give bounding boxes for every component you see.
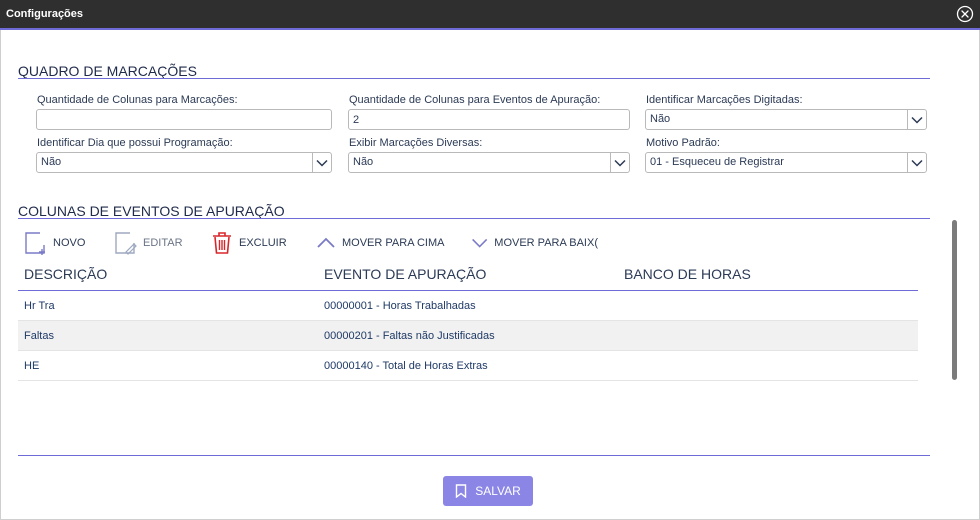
chevron-down-icon[interactable] — [910, 113, 924, 127]
label-identificar-dia-programacao: Identificar Dia que possui Programação: — [37, 137, 233, 149]
footer-divider — [18, 455, 930, 456]
excluir-label: EXCLUIR — [239, 237, 287, 249]
cell-descricao: Faltas — [24, 330, 54, 342]
motivo-padrao-select[interactable]: 01 - Esqueceu de Registrar — [645, 152, 927, 173]
label-exibir-diversas: Exibir Marcações Diversas: — [349, 137, 483, 149]
cell-descricao: Hr Tra — [24, 300, 55, 312]
section-divider — [18, 78, 930, 79]
identificar-dia-programacao-select[interactable]: Não — [36, 152, 332, 173]
bookmark-icon — [456, 484, 467, 498]
identificar-dia-programacao-value: Não — [41, 156, 62, 168]
identificar-digitadas-value: Não — [650, 113, 671, 125]
novo-label: NOVO — [53, 237, 86, 249]
chevron-down-icon[interactable] — [613, 156, 627, 170]
add-icon — [25, 232, 45, 255]
select-divider — [907, 110, 908, 129]
close-icon[interactable] — [956, 5, 974, 23]
chevron-down-icon[interactable] — [910, 156, 924, 170]
label-identificar-digitadas: Identificar Marcações Digitadas: — [646, 94, 803, 106]
label-qtd-colunas-eventos: Quantidade de Colunas para Eventos de Ap… — [349, 94, 601, 106]
mover-cima-button[interactable]: MOVER PARA CIMA — [315, 230, 444, 256]
table-row[interactable]: HE 00000140 - Total de Horas Extras — [18, 351, 918, 381]
table-row[interactable]: Faltas 00000201 - Faltas não Justificada… — [18, 321, 918, 351]
editar-label: EDITAR — [143, 237, 183, 249]
cell-evento: 00000201 - Faltas não Justificadas — [324, 330, 495, 342]
qtd-colunas-eventos-input[interactable] — [348, 109, 630, 130]
section-title-eventos: COLUNAS DE EVENTOS DE APURAÇÃO — [18, 203, 285, 219]
motivo-padrao-value: 01 - Esqueceu de Registrar — [650, 156, 784, 168]
column-header-descricao[interactable]: DESCRIÇÃO — [24, 266, 107, 282]
edit-icon — [115, 232, 137, 255]
exibir-diversas-select[interactable]: Não — [348, 152, 630, 173]
editar-button[interactable]: EDITAR — [114, 230, 183, 256]
vertical-scrollbar[interactable] — [952, 220, 957, 380]
novo-button[interactable]: NOVO — [24, 230, 85, 256]
cell-evento: 00000140 - Total de Horas Extras — [324, 360, 488, 372]
qtd-colunas-marcacoes-input[interactable] — [36, 109, 332, 130]
window-title: Configurações — [6, 8, 84, 20]
exibir-diversas-value: Não — [353, 156, 374, 168]
column-header-banco-horas[interactable]: BANCO DE HORAS — [624, 266, 751, 282]
window-titlebar: Configurações — [0, 0, 980, 30]
section-divider — [18, 218, 930, 219]
table-row[interactable]: Hr Tra 00000001 - Horas Trabalhadas — [18, 291, 918, 321]
label-motivo-padrao: Motivo Padrão: — [646, 137, 720, 149]
mover-cima-label: MOVER PARA CIMA — [342, 237, 445, 249]
identificar-digitadas-select[interactable]: Não — [645, 109, 927, 130]
arrow-up-icon — [317, 237, 335, 248]
mover-baixo-label: MOVER PARA BAIX( — [494, 237, 598, 249]
save-button[interactable]: SALVAR — [443, 476, 533, 506]
trash-icon — [213, 232, 231, 254]
select-divider — [610, 153, 611, 172]
save-label: SALVAR — [475, 484, 521, 498]
chevron-down-icon[interactable] — [315, 156, 329, 170]
section-title-marcacoes: QUADRO DE MARCAÇÕES — [18, 63, 197, 79]
arrow-down-icon — [472, 238, 488, 248]
select-divider — [907, 153, 908, 172]
excluir-button[interactable]: EXCLUIR — [210, 230, 287, 256]
select-divider — [312, 153, 313, 172]
column-header-evento[interactable]: EVENTO DE APURAÇÃO — [324, 266, 486, 282]
cell-descricao: HE — [24, 360, 40, 372]
cell-evento: 00000001 - Horas Trabalhadas — [324, 300, 476, 312]
label-qtd-colunas-marcacoes: Quantidade de Colunas para Marcações: — [37, 94, 238, 106]
mover-baixo-button[interactable]: MOVER PARA BAIX( — [470, 230, 598, 256]
